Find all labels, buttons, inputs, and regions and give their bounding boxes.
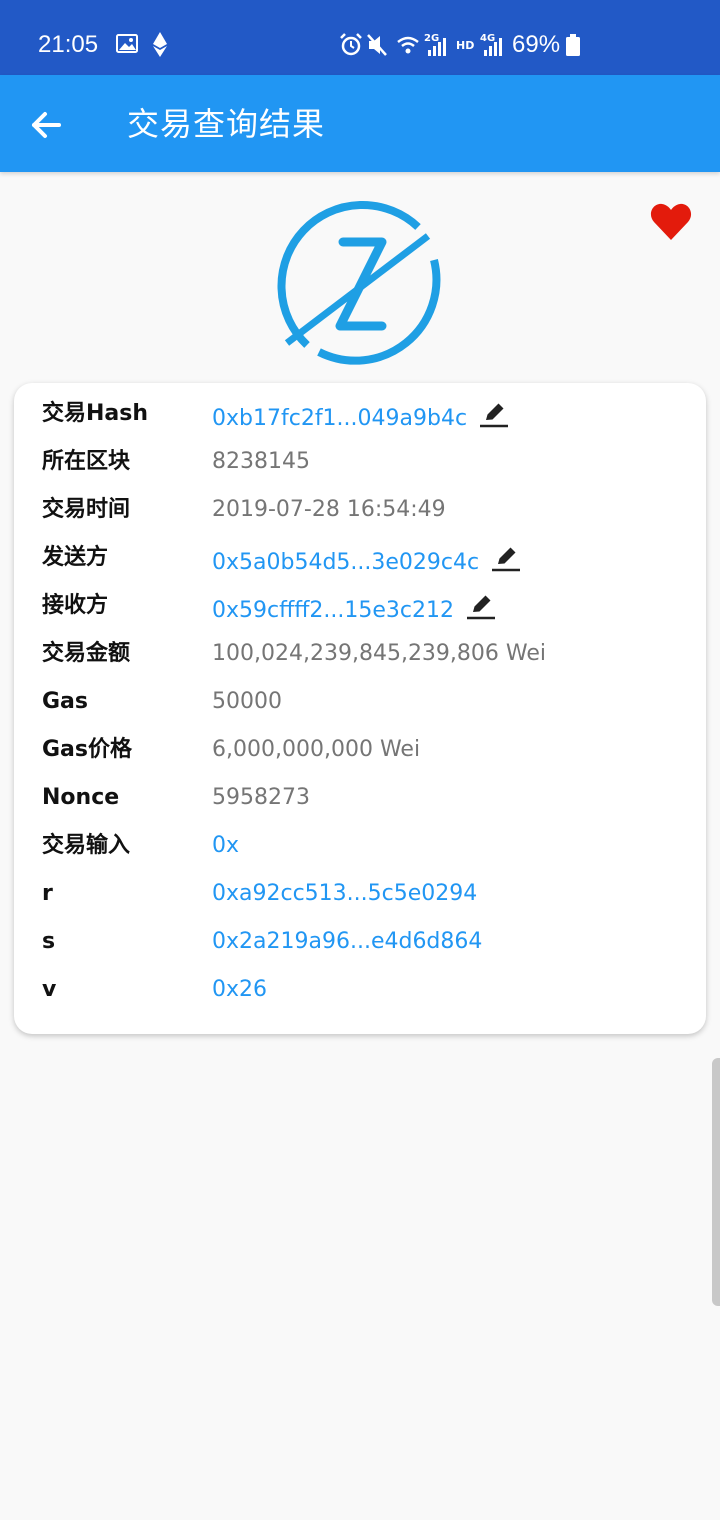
status-time: 21:05 <box>38 31 99 58</box>
detail-value[interactable]: 0xa92cc513...5c5e0294 <box>212 879 477 909</box>
detail-value: 2019-07-28 16:54:49 <box>212 495 446 525</box>
z-logo-icon <box>277 201 441 365</box>
detail-value-text[interactable]: 0x59cffff2...15e3c212 <box>212 598 454 623</box>
status-left-icons <box>116 32 174 62</box>
detail-row-gas: Gas 50000 <box>42 679 692 727</box>
detail-row-nonce: Nonce 5958273 <box>42 775 692 823</box>
svg-text:4G: 4G <box>480 33 495 44</box>
detail-value-text[interactable]: 0x <box>212 833 239 858</box>
coin-logo <box>276 200 444 372</box>
detail-label: 交易金额 <box>42 641 131 666</box>
signal-4g-icon: 4G <box>480 33 502 56</box>
scrollbar-thumb[interactable] <box>712 1058 720 1306</box>
detail-value[interactable]: 0xb17fc2f1...049a9b4c <box>212 399 509 434</box>
detail-value: 8238145 <box>212 447 310 477</box>
mute-icon <box>367 34 387 56</box>
favorite-button[interactable] <box>650 203 692 245</box>
detail-value-text: 6,000,000,000 Wei <box>212 737 421 762</box>
detail-label: r <box>42 881 53 906</box>
detail-value[interactable]: 0x59cffff2...15e3c212 <box>212 591 496 626</box>
page-title: 交易查询结果 <box>127 105 326 143</box>
image-icon <box>116 34 138 53</box>
detail-row-sender: 发送方 0x5a0b54d5...3e029c4c <box>42 535 692 583</box>
detail-label: Gas价格 <box>42 737 132 762</box>
detail-label: 交易时间 <box>42 497 131 522</box>
status-bar: 21:05 2G HD 4G 69% <box>0 0 720 75</box>
detail-value-text[interactable]: 0xb17fc2f1...049a9b4c <box>212 406 467 431</box>
detail-value-text: 2019-07-28 16:54:49 <box>212 497 446 522</box>
svg-text:HD: HD <box>456 39 474 52</box>
detail-value-text[interactable]: 0x26 <box>212 977 267 1002</box>
status-right-icons: 2G HD 4G <box>340 32 510 62</box>
transaction-details-card: 交易Hash 0xb17fc2f1...049a9b4c 所在区块 8238145 交易… <box>14 383 706 1034</box>
detail-value-text: 8238145 <box>212 449 310 474</box>
detail-row-r: r 0xa92cc513...5c5e0294 <box>42 871 692 919</box>
battery-icon <box>566 34 580 56</box>
back-button[interactable] <box>26 105 66 145</box>
detail-label: s <box>42 929 56 954</box>
detail-value: 6,000,000,000 Wei <box>212 735 420 765</box>
svg-text:2G: 2G <box>424 33 439 44</box>
alarm-icon <box>340 33 362 56</box>
edit-icon[interactable] <box>466 591 496 621</box>
detail-value: 100,024,239,845,239,806 Wei <box>212 639 546 669</box>
detail-label: 发送方 <box>42 545 109 570</box>
detail-value-text[interactable]: 0x5a0b54d5...3e029c4c <box>212 550 479 575</box>
detail-label: 交易Hash <box>42 401 149 426</box>
hd-icon: HD <box>456 39 474 52</box>
detail-value-text: 5958273 <box>212 785 310 810</box>
detail-label: Nonce <box>42 785 120 810</box>
detail-row-input: 交易输入 0x <box>42 823 692 871</box>
detail-value[interactable]: 0x <box>212 831 239 861</box>
detail-label: 接收方 <box>42 593 109 618</box>
detail-value[interactable]: 0x26 <box>212 975 267 1005</box>
detail-row-gas-price: Gas价格 6,000,000,000 Wei <box>42 727 692 775</box>
edit-icon[interactable] <box>479 399 509 429</box>
detail-value[interactable]: 0x2a219a96...e4d6d864 <box>212 927 482 957</box>
signal-2g-icon: 2G <box>424 33 446 56</box>
detail-label: v <box>42 977 57 1002</box>
detail-value-text[interactable]: 0xa92cc513...5c5e0294 <box>212 881 477 906</box>
edit-icon[interactable] <box>491 543 521 573</box>
detail-row-v: v 0x26 <box>42 967 692 1015</box>
detail-value-text[interactable]: 0x2a219a96...e4d6d864 <box>212 929 482 954</box>
detail-row-hash: 交易Hash 0xb17fc2f1...049a9b4c <box>42 391 692 439</box>
wifi-icon <box>397 36 419 54</box>
detail-value: 50000 <box>212 687 282 717</box>
detail-row-amount: 交易金额 100,024,239,845,239,806 Wei <box>42 631 692 679</box>
detail-row-receiver: 接收方 0x59cffff2...15e3c212 <box>42 583 692 631</box>
battery-percent: 69% <box>512 31 561 58</box>
detail-value-text: 100,024,239,845,239,806 Wei <box>212 641 547 666</box>
detail-row-s: s 0x2a219a96...e4d6d864 <box>42 919 692 967</box>
detail-label: 所在区块 <box>42 449 131 474</box>
detail-label: 交易输入 <box>42 833 131 858</box>
detail-row-time: 交易时间 2019-07-28 16:54:49 <box>42 487 692 535</box>
detail-value-text: 50000 <box>212 689 282 714</box>
detail-row-block: 所在区块 8238145 <box>42 439 692 487</box>
ethereum-icon <box>153 32 167 57</box>
detail-label: Gas <box>42 689 88 714</box>
detail-value: 5958273 <box>212 783 310 813</box>
arrow-left-icon <box>32 112 61 138</box>
app-bar: 交易查询结果 <box>0 75 720 172</box>
heart-icon <box>650 203 692 240</box>
detail-value[interactable]: 0x5a0b54d5...3e029c4c <box>212 543 521 578</box>
